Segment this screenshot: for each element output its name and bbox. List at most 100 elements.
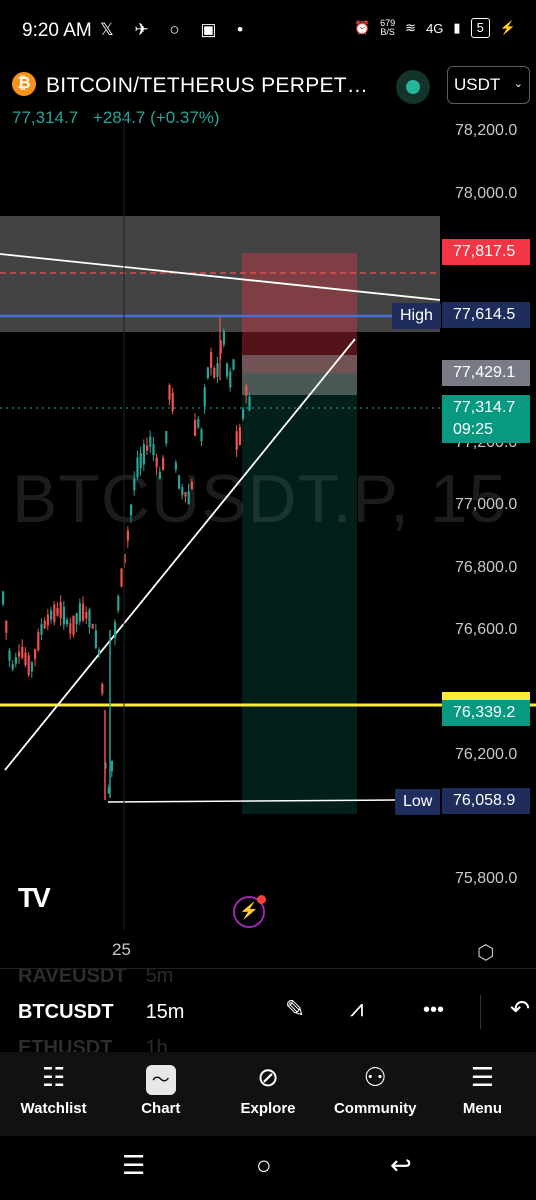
candle-body (232, 359, 235, 370)
y-axis-tick: 76,600.0 (455, 621, 518, 638)
chart-icon: 〜 (107, 1062, 214, 1100)
candle-body (136, 457, 139, 477)
candle-body (126, 530, 129, 541)
symbol-title[interactable]: BITCOIN/TETHERUS PERPET… (46, 74, 368, 98)
candle-body (82, 603, 85, 621)
stop-loss-price-tag: 77,817.5 (442, 239, 530, 265)
y-axis-tick: 78,200.0 (455, 122, 518, 139)
nav-watchlist[interactable]: ☷ Watchlist (0, 1052, 107, 1136)
candle-body (2, 591, 5, 605)
candle-body (235, 431, 238, 450)
candle-body (37, 632, 40, 651)
candle-body (197, 418, 200, 428)
charging-icon: ⚡ (499, 20, 516, 35)
candle-body (139, 453, 142, 469)
candle-body (152, 444, 155, 456)
candle-body (78, 603, 81, 622)
status-right: ⏰ 679 B/S ≋ 4G ▮ 5 ⚡ (354, 18, 516, 38)
candle-body (46, 614, 49, 626)
nav-label: Chart (141, 1100, 181, 1117)
candle-body (168, 385, 171, 400)
candle-body (238, 427, 241, 445)
candle-body (62, 606, 65, 625)
candle-body (94, 630, 97, 648)
candle-body (14, 657, 17, 664)
candle-body (146, 445, 149, 451)
candle-body (85, 611, 88, 619)
x-axis-tick: 25 (112, 940, 131, 959)
entry-price-tag: 77,429.1 (442, 360, 530, 386)
chart-settings-icon[interactable]: ⬡ (477, 940, 494, 965)
price-chart[interactable]: BTCUSDT.P, 15 78,200.0 78,000.0 77,200.0… (0, 110, 536, 970)
nav-chart[interactable]: 〜 Chart (107, 1052, 214, 1136)
high-price-tag: 77,614.5 (442, 302, 530, 328)
more-options-icon[interactable]: ••• (423, 999, 444, 1022)
nav-community[interactable]: ⚇ Community (322, 1052, 429, 1136)
market-open-indicator-icon[interactable] (396, 70, 430, 104)
candle-body (117, 596, 120, 611)
candle-body (162, 457, 165, 471)
candle-body (130, 504, 133, 516)
candle-body (184, 492, 187, 497)
candle-body (206, 367, 209, 379)
candle-body (66, 619, 69, 625)
candle-body (27, 655, 30, 676)
candle-body (213, 367, 216, 378)
nav-explore[interactable]: ⊘ Explore (214, 1052, 321, 1136)
status-bar: 9:20 AM 𝕏 ✈ ○ ▣ • ⏰ 679 B/S ≋ 4G ▮ 5 ⚡ (0, 0, 536, 60)
candle-body (43, 620, 46, 629)
candle-body (75, 613, 78, 625)
high-label: High (392, 303, 441, 329)
quote-currency-select[interactable]: USDT ⌄ (447, 66, 530, 104)
watchlist-interval: 15m (145, 1001, 185, 1023)
candle-body (53, 604, 56, 623)
back-icon[interactable]: ↩ (390, 1150, 412, 1181)
candle-body (203, 387, 206, 407)
watchlist-icon: ☷ (41, 1062, 66, 1092)
trend-tools-icon[interactable]: ⩘ (350, 995, 364, 1023)
people-icon: ⚇ (363, 1062, 387, 1092)
candle-body (200, 429, 203, 442)
candle-body (194, 420, 197, 436)
y-axis-tick: 78,000.0 (455, 185, 518, 202)
candle-body (190, 481, 193, 490)
watchlist-peek[interactable]: RAVEUSDT 5m BTCUSDT 15m ETHUSDT 1h ✎ ⩘ •… (0, 968, 536, 1058)
candle-body (21, 646, 24, 658)
undo-icon[interactable]: ↶ (510, 995, 530, 1024)
y-axis-tick: 77,000.0 (455, 496, 518, 513)
candle-body (181, 487, 184, 496)
home-icon[interactable]: ○ (256, 1150, 272, 1181)
toolbar-divider (480, 995, 481, 1029)
network-speed: 679 B/S (380, 19, 395, 37)
signal-icon: ▮ (453, 20, 461, 35)
candle-body (72, 615, 75, 635)
candle-body (187, 491, 190, 505)
candle-body (133, 478, 136, 491)
watchlist-row[interactable]: RAVEUSDT 5m (18, 969, 173, 988)
low-label: Low (395, 789, 441, 815)
watchlist-symbol: BTCUSDT (18, 1001, 114, 1023)
candle-body (11, 664, 14, 670)
bottom-navigation: ☷ Watchlist 〜 Chart ⊘ Explore ⚇ Communit… (0, 1052, 536, 1136)
y-axis-tick: 75,800.0 (455, 870, 518, 887)
candle-body (50, 610, 53, 620)
candle-body (30, 662, 33, 672)
bitcoin-logo-icon: ₿ (12, 72, 36, 96)
supply-zone (0, 216, 440, 332)
candle-body (24, 652, 27, 666)
candle-body (171, 392, 174, 412)
entry-zone (242, 355, 357, 395)
nav-menu[interactable]: ☰ Menu (429, 1052, 536, 1136)
recent-apps-icon[interactable]: ☰ (122, 1150, 145, 1181)
lightning-icon[interactable]: ⚡ (233, 895, 266, 928)
candle-body (149, 436, 152, 447)
clock: 9:20 AM (22, 20, 92, 41)
candle-body (155, 457, 158, 468)
low-price-tag: 76,058.9 (442, 788, 530, 814)
battery-indicator: 5 (470, 18, 490, 38)
watchlist-row-selected[interactable]: BTCUSDT 15m (18, 1001, 184, 1024)
nav-label: Watchlist (20, 1100, 87, 1117)
drawing-pen-icon[interactable]: ✎ (285, 995, 305, 1024)
quote-currency-value: USDT (454, 75, 501, 94)
candle-body (174, 462, 177, 470)
